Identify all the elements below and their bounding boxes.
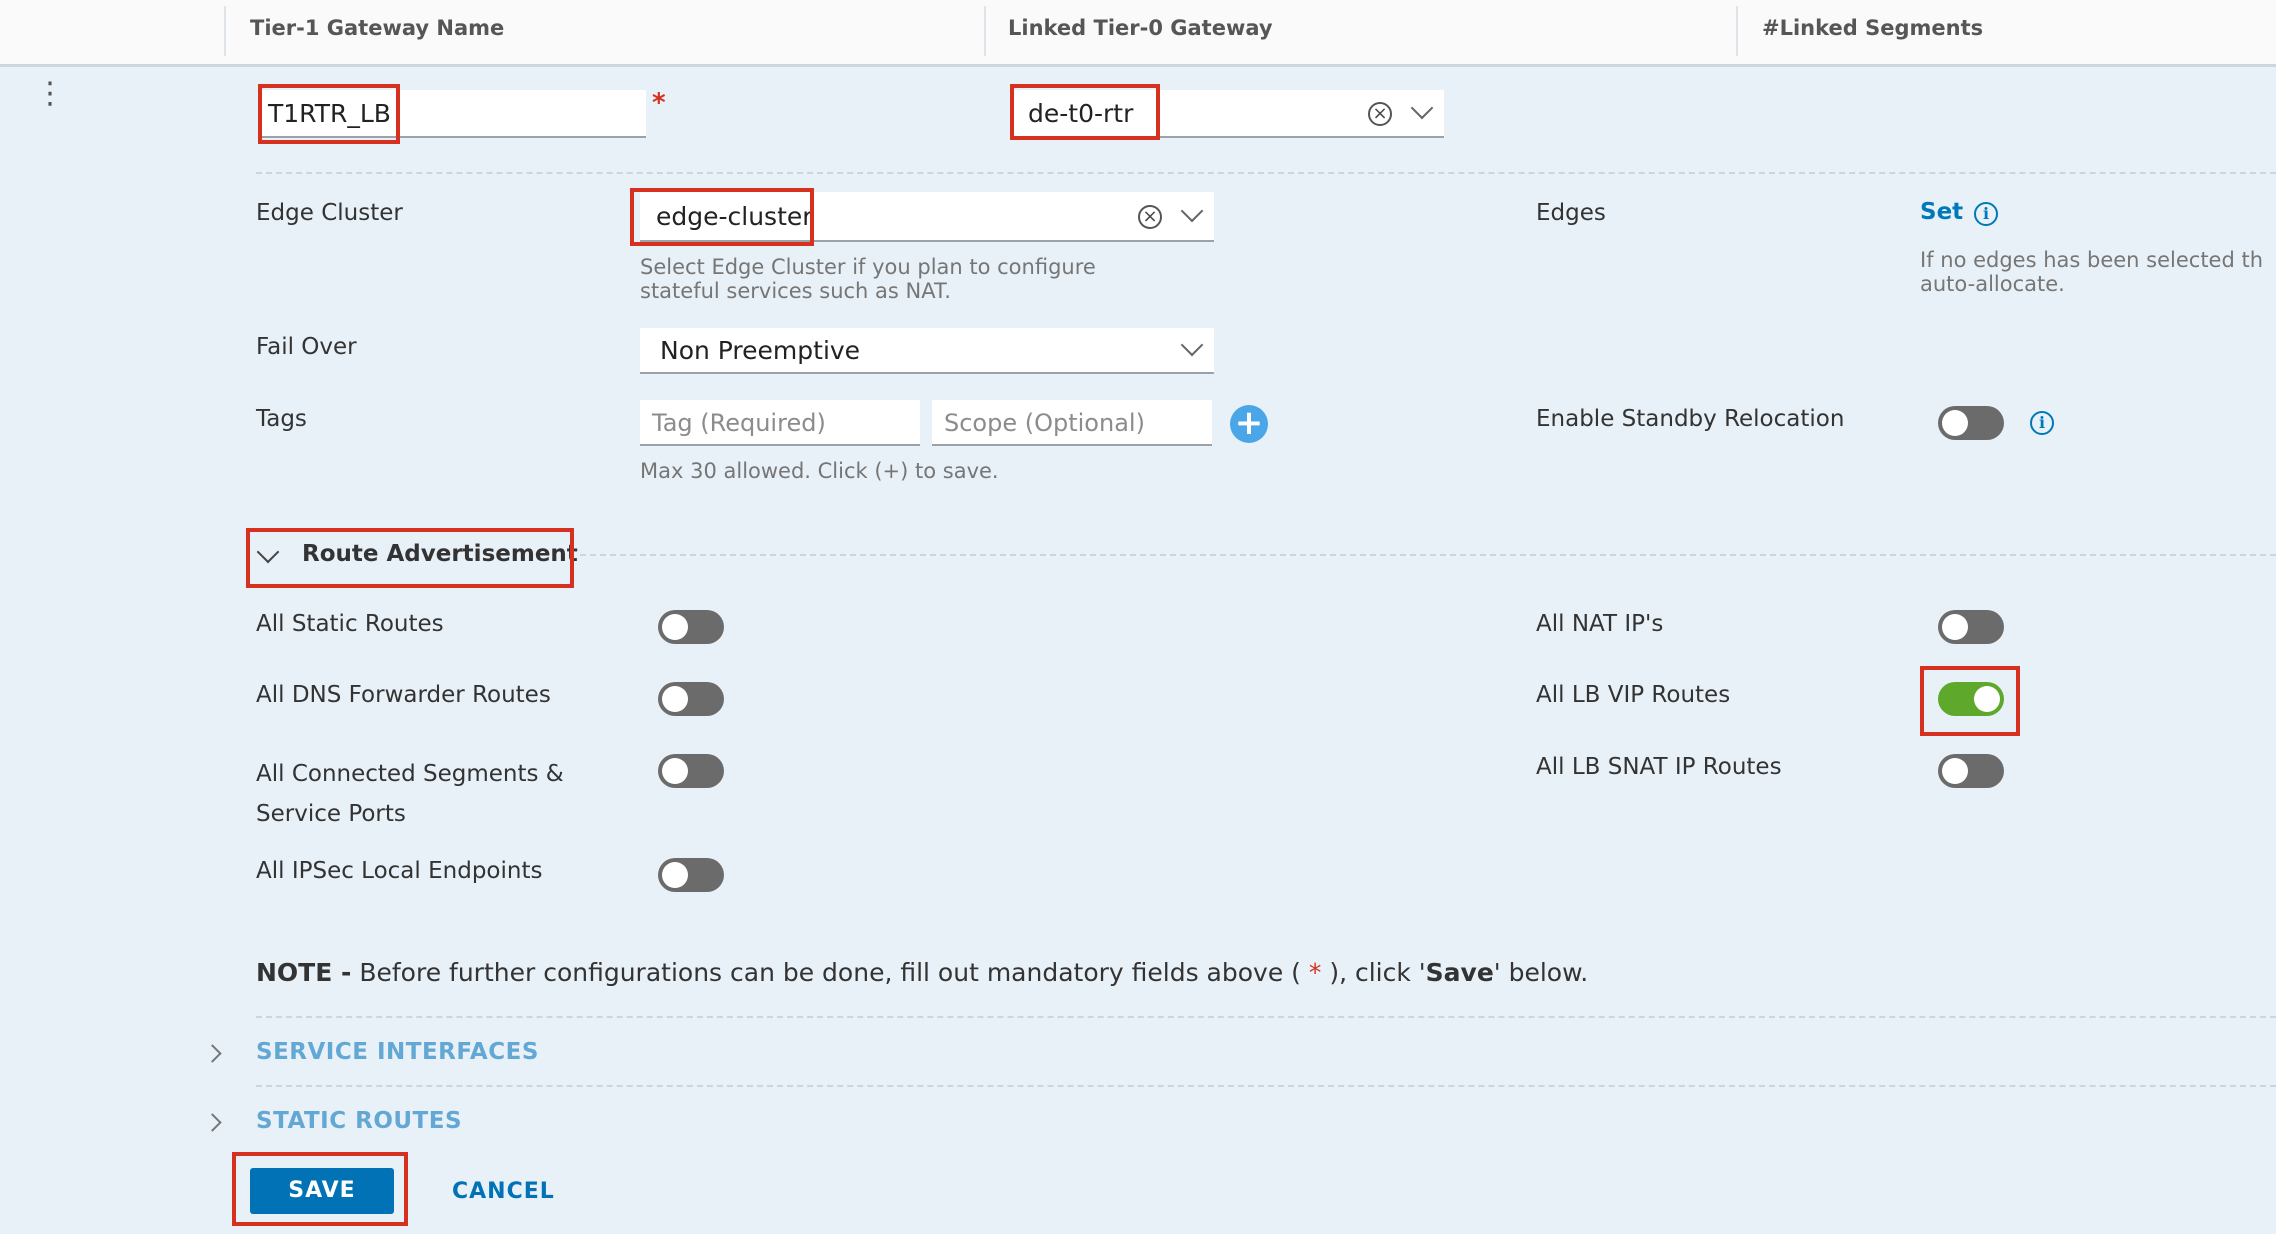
- divider: [580, 554, 2276, 556]
- route-static-label: All Static Routes: [256, 611, 444, 637]
- tag-placeholder: Tag (Required): [652, 409, 826, 437]
- highlight-box: [232, 1152, 408, 1226]
- highlight-box: [1010, 84, 1160, 140]
- chevron-right-icon[interactable]: [203, 1044, 222, 1063]
- highlight-box: [258, 84, 400, 144]
- scope-input[interactable]: Scope (Optional): [932, 400, 1212, 446]
- help-text-line: If no edges has been selected th: [1920, 248, 2264, 272]
- row-actions-kebab-icon[interactable]: ⋮: [35, 79, 65, 125]
- note-text: ' below.: [1493, 958, 1589, 987]
- toggle-knob: [662, 862, 688, 888]
- help-text-line: Select Edge Cluster if you plan to confi…: [640, 255, 1096, 279]
- route-ipsec-label: All IPSec Local Endpoints: [256, 858, 543, 884]
- route-dns-forwarder-label: All DNS Forwarder Routes: [256, 682, 551, 708]
- route-lb-vip-label: All LB VIP Routes: [1536, 682, 1731, 708]
- toggle-knob: [662, 758, 688, 784]
- fail-over-label: Fail Over: [256, 334, 357, 360]
- add-tag-plus-icon[interactable]: +: [1230, 405, 1268, 443]
- tags-help: Max 30 allowed. Click (+) to save.: [640, 459, 999, 483]
- chevron-right-icon[interactable]: [203, 1113, 222, 1132]
- route-connected-segments-label: All Connected Segments & Service Ports: [256, 754, 564, 834]
- route-static-toggle[interactable]: [658, 610, 724, 644]
- section-static-routes[interactable]: STATIC ROUTES: [256, 1108, 462, 1134]
- standby-relocation-label: Enable Standby Relocation: [1536, 406, 1845, 432]
- route-nat-ip-toggle[interactable]: [1938, 610, 2004, 644]
- column-header-linked-t0[interactable]: Linked Tier-0 Gateway: [1008, 16, 1273, 40]
- column-separator: [224, 6, 226, 56]
- scope-placeholder: Scope (Optional): [944, 409, 1145, 437]
- mandatory-note: NOTE - Before further configurations can…: [256, 958, 1588, 987]
- route-ipsec-toggle[interactable]: [658, 858, 724, 892]
- chevron-down-icon[interactable]: [1180, 199, 1204, 223]
- toggle-knob: [1942, 410, 1968, 436]
- note-prefix: NOTE -: [256, 958, 352, 987]
- column-separator: [984, 6, 986, 56]
- route-lb-snat-label: All LB SNAT IP Routes: [1536, 754, 1782, 780]
- tag-input[interactable]: Tag (Required): [640, 400, 920, 446]
- note-asterisk: *: [1308, 958, 1322, 987]
- edge-cluster-label: Edge Cluster: [256, 200, 403, 226]
- chevron-down-icon[interactable]: [1180, 333, 1204, 357]
- divider: [256, 1016, 2276, 1018]
- label-line: All Connected Segments &: [256, 761, 564, 787]
- fail-over-select[interactable]: Non Preemptive: [640, 328, 1214, 374]
- highlight-box: [630, 188, 814, 246]
- edge-cluster-help: Select Edge Cluster if you plan to confi…: [640, 255, 1096, 303]
- label-line: Service Ports: [256, 801, 406, 827]
- grid-header: Tier-1 Gateway Name Linked Tier-0 Gatewa…: [0, 0, 2276, 67]
- highlight-box: [1920, 666, 2020, 736]
- required-asterisk: *: [652, 88, 666, 118]
- column-header-gateway-name[interactable]: Tier-1 Gateway Name: [250, 16, 504, 40]
- note-text: Before further configurations can be don…: [351, 958, 1309, 987]
- clear-icon[interactable]: ×: [1368, 102, 1392, 126]
- route-dns-forwarder-toggle[interactable]: [658, 682, 724, 716]
- info-icon[interactable]: i: [1974, 202, 1998, 226]
- help-text-line: auto-allocate.: [1920, 272, 2065, 296]
- edges-label: Edges: [1536, 200, 1606, 226]
- highlight-box: [246, 528, 574, 588]
- route-connected-segments-toggle[interactable]: [658, 754, 724, 788]
- tags-label: Tags: [256, 406, 307, 432]
- route-lb-snat-toggle[interactable]: [1938, 754, 2004, 788]
- divider: [256, 172, 2276, 174]
- note-save-word: Save: [1425, 958, 1494, 987]
- section-service-interfaces[interactable]: SERVICE INTERFACES: [256, 1039, 539, 1065]
- toggle-knob: [1942, 614, 1968, 640]
- chevron-down-icon[interactable]: [1410, 96, 1434, 120]
- help-text-line: stateful services such as NAT.: [640, 279, 951, 303]
- fail-over-value: Non Preemptive: [660, 336, 861, 365]
- note-text: ), click ': [1321, 958, 1426, 987]
- route-nat-ip-label: All NAT IP's: [1536, 611, 1664, 637]
- divider: [256, 1085, 2276, 1087]
- clear-icon[interactable]: ×: [1138, 205, 1162, 229]
- edges-set-link[interactable]: Set: [1920, 199, 1963, 225]
- toggle-knob: [662, 686, 688, 712]
- edges-help: If no edges has been selected th auto-al…: [1920, 248, 2276, 296]
- column-separator: [1736, 6, 1738, 56]
- toggle-knob: [1942, 758, 1968, 784]
- info-icon[interactable]: i: [2030, 411, 2054, 435]
- column-header-linked-segments[interactable]: #Linked Segments: [1762, 16, 1983, 40]
- standby-relocation-toggle[interactable]: [1938, 406, 2004, 440]
- toggle-knob: [662, 614, 688, 640]
- cancel-button[interactable]: CANCEL: [452, 1179, 555, 1204]
